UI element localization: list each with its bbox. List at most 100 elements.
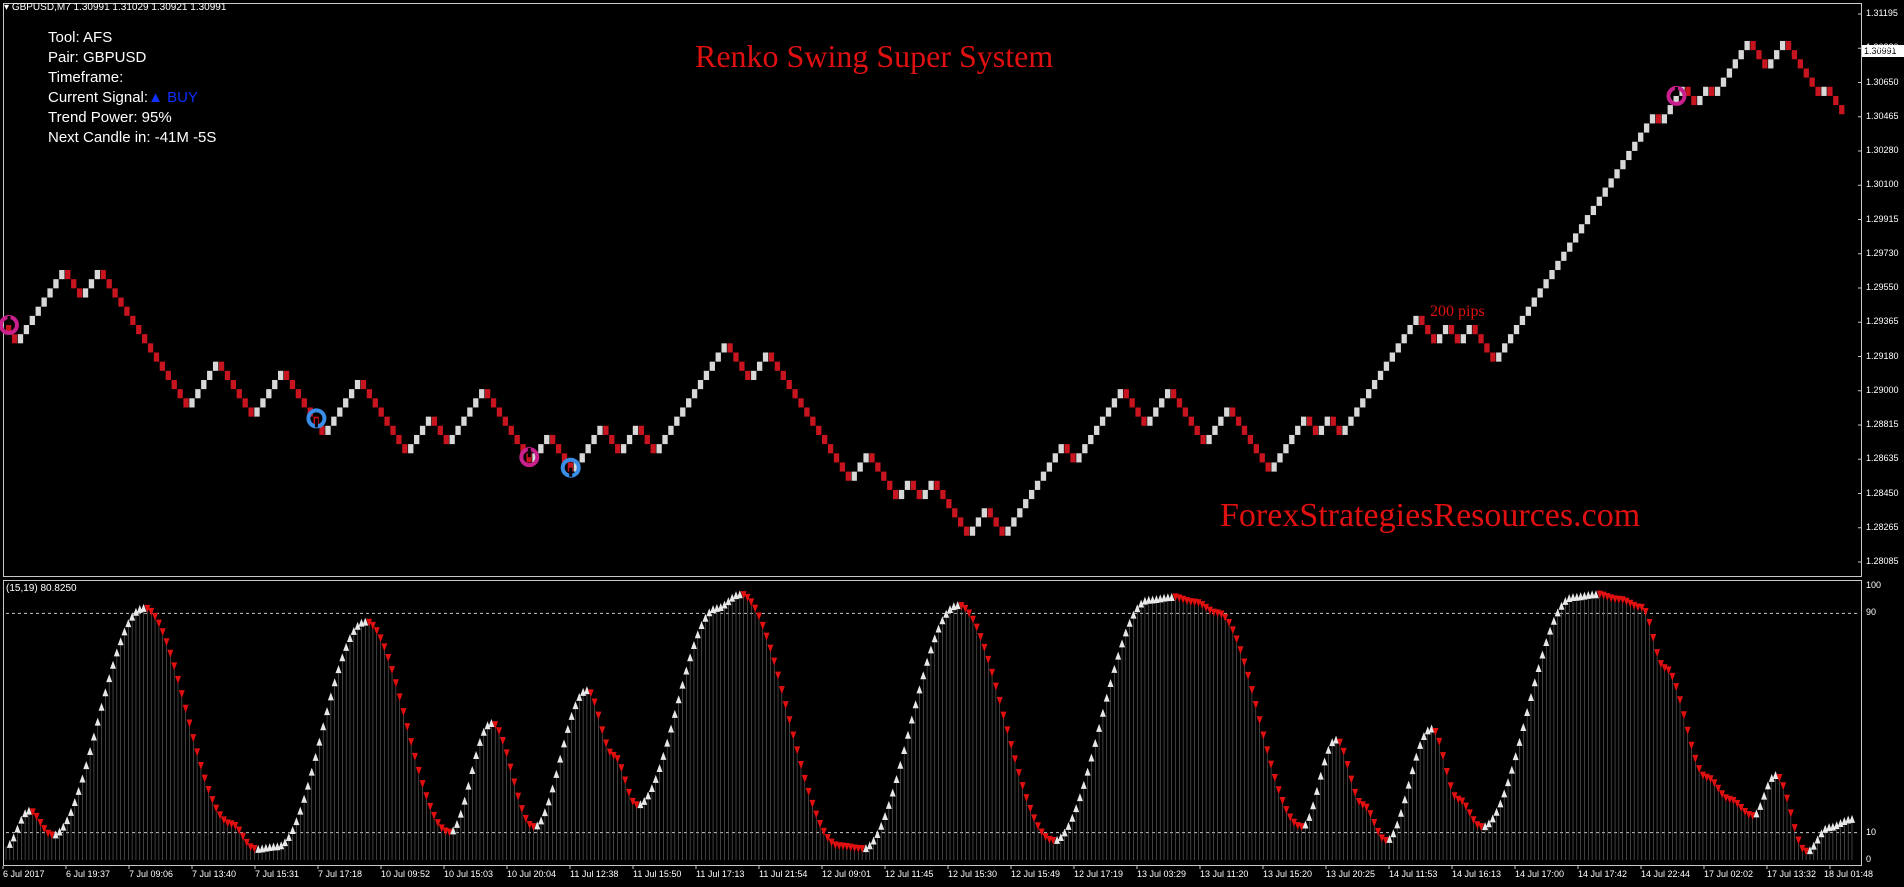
- renko-brick: [739, 361, 745, 371]
- renko-brick: [1082, 444, 1088, 454]
- osc-down-arrow: [1008, 741, 1015, 750]
- renko-brick: [35, 306, 41, 316]
- renko-brick: [1064, 444, 1070, 454]
- osc-up-arrow: [102, 688, 109, 697]
- osc-down-arrow: [171, 662, 178, 671]
- renko-brick: [29, 315, 35, 326]
- renko-brick: [1590, 205, 1597, 216]
- osc-up-arrow: [301, 794, 308, 803]
- osc-up-arrow: [1317, 771, 1324, 780]
- renko-brick: [934, 480, 940, 490]
- price-tick-label: 1.28265: [1866, 521, 1899, 532]
- renko-brick: [53, 279, 59, 289]
- osc-down-arrow: [763, 632, 770, 641]
- price-tick-label: 1.30280: [1866, 145, 1899, 155]
- osc-down-arrow: [790, 731, 797, 740]
- renko-brick: [1105, 407, 1112, 417]
- osc-up-arrow: [564, 724, 571, 733]
- osc-down-arrow: [411, 752, 418, 761]
- renko-brick: [709, 361, 715, 371]
- renko-brick: [124, 306, 130, 316]
- osc-down-arrow: [1248, 686, 1255, 695]
- renko-brick: [1070, 453, 1076, 463]
- osc-down-arrow: [1245, 671, 1252, 680]
- osc-up-arrow: [67, 807, 74, 816]
- osc-down-arrow: [599, 726, 606, 735]
- osc-down-arrow: [801, 774, 808, 783]
- osc-up-arrow: [453, 819, 460, 828]
- renko-brick: [1513, 325, 1520, 335]
- renko-brick: [142, 334, 148, 344]
- osc-up-arrow: [690, 641, 697, 650]
- renko-brick: [1442, 325, 1449, 335]
- osc-up-arrow: [469, 766, 476, 775]
- osc-down-arrow: [408, 738, 415, 747]
- osc-up-arrow: [538, 816, 545, 825]
- osc-down-arrow: [973, 623, 980, 632]
- renko-brick: [431, 416, 438, 426]
- renko-brick: [869, 453, 875, 463]
- osc-up-arrow: [931, 634, 938, 643]
- renko-brick: [881, 471, 887, 481]
- price-tick-label: 1.28635: [1866, 453, 1899, 464]
- renko-brick: [419, 425, 426, 435]
- osc-down-arrow: [186, 719, 193, 728]
- osc-up-arrow: [687, 653, 694, 662]
- renko-brick: [1253, 444, 1259, 454]
- renko-brick: [1289, 434, 1295, 445]
- renko-brick: [892, 489, 899, 500]
- renko-brick: [1614, 169, 1620, 179]
- osc-down-arrow: [1027, 804, 1034, 813]
- renko-brick: [11, 334, 18, 344]
- renko-brick: [1567, 242, 1573, 252]
- renko-brick: [1779, 40, 1786, 51]
- time-tick-label: 11 Jul 21:54: [759, 869, 808, 879]
- osc-down-arrow: [981, 643, 988, 652]
- renko-brick: [1413, 315, 1419, 326]
- renko-brick: [71, 279, 77, 289]
- renko-brick: [443, 434, 449, 445]
- renko-brick: [1235, 416, 1242, 426]
- osc-up-arrow: [648, 784, 655, 793]
- price-tick-label: 1.29915: [1866, 213, 1899, 224]
- osc-down-arrow: [618, 764, 625, 773]
- renko-brick: [904, 480, 911, 490]
- osc-up-arrow: [1539, 650, 1546, 659]
- osc-up-arrow: [1122, 628, 1129, 637]
- renko-brick: [1649, 114, 1656, 124]
- osc-up-arrow: [457, 809, 464, 818]
- renko-brick: [1691, 95, 1697, 106]
- osc-up-arrow: [683, 666, 690, 675]
- osc-down-arrow: [1352, 788, 1359, 797]
- osc-up-arrow: [568, 711, 575, 720]
- osc-down-arrow: [1283, 806, 1290, 815]
- osc-down-arrow: [167, 649, 174, 658]
- osc-down-arrow: [1256, 716, 1263, 725]
- watermark: ForexStrategiesResources.com: [1220, 497, 1641, 534]
- renko-brick: [1058, 444, 1064, 454]
- osc-tick-label: 90: [1866, 607, 1877, 618]
- time-tick-label: 11 Jul 15:50: [633, 869, 682, 879]
- osc-down-arrow: [1271, 774, 1278, 783]
- renko-brick: [703, 370, 710, 380]
- osc-down-arrow: [1279, 797, 1286, 806]
- osc-up-arrow: [75, 786, 82, 795]
- renko-brick: [490, 398, 497, 408]
- osc-down-arrow: [1780, 782, 1787, 791]
- osc-down-arrow: [209, 796, 216, 805]
- renko-brick: [437, 425, 443, 435]
- time-tick-label: 14 Jul 17:00: [1515, 869, 1565, 879]
- renko-brick: [230, 379, 237, 390]
- renko-brick: [384, 416, 390, 426]
- osc-down-arrow: [373, 627, 380, 636]
- renko-brick: [798, 398, 804, 408]
- osc-down-arrow: [1340, 747, 1347, 756]
- osc-up-arrow: [1764, 781, 1771, 790]
- osc-up-arrow: [1126, 618, 1133, 627]
- renko-brick: [502, 416, 509, 426]
- renko-brick: [1638, 132, 1644, 142]
- info-signal-label: Current Signal:: [48, 89, 149, 106]
- pips-note: 200 pips: [1430, 303, 1485, 320]
- renko-brick: [212, 361, 219, 371]
- renko-brick: [1714, 86, 1721, 96]
